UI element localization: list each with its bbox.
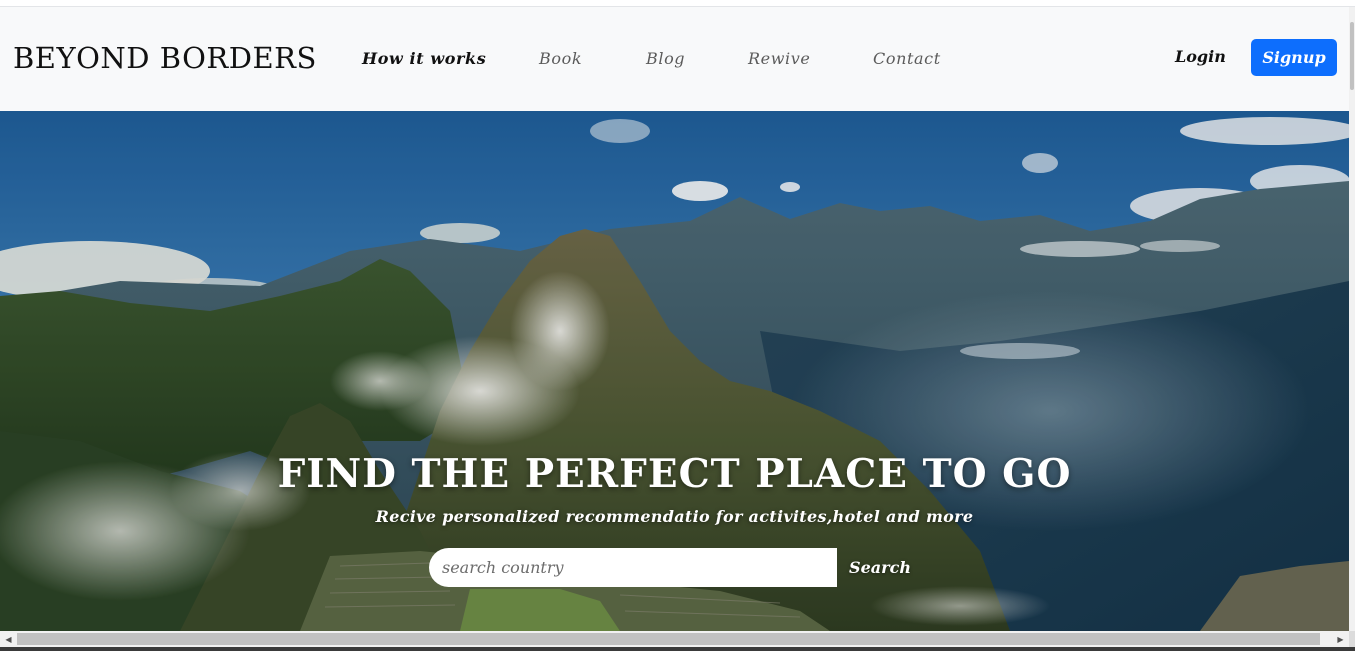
- navbar: BEYOND BORDERS How it works Book Blog Re…: [0, 7, 1349, 111]
- window-bottom-strip: [0, 647, 1355, 651]
- nav-link-rewive[interactable]: Rewive: [748, 49, 810, 68]
- horizontal-scrollbar[interactable]: ◀ ▶: [0, 631, 1349, 647]
- vertical-scrollbar[interactable]: [1349, 7, 1355, 633]
- horizontal-scrollbar-thumb[interactable]: [17, 633, 1320, 645]
- search-button[interactable]: Search: [837, 548, 923, 587]
- hero-subtitle: Recive personalized recommendatio for ac…: [375, 507, 974, 526]
- brand-logo[interactable]: BEYOND BORDERS: [13, 41, 317, 75]
- scroll-right-arrow-icon[interactable]: ▶: [1332, 631, 1349, 647]
- nav-link-book[interactable]: Book: [539, 49, 582, 68]
- login-link[interactable]: Login: [1175, 47, 1226, 66]
- scroll-left-arrow-icon[interactable]: ◀: [0, 631, 17, 647]
- nav-link-how-it-works[interactable]: How it works: [362, 49, 486, 68]
- signup-button[interactable]: Signup: [1251, 39, 1337, 76]
- hero-section: FIND THE PERFECT PLACE TO GO Recive pers…: [0, 111, 1349, 631]
- hero-title: FIND THE PERFECT PLACE TO GO: [277, 451, 1072, 497]
- window-top-strip: [0, 0, 1355, 7]
- vertical-scrollbar-thumb[interactable]: [1350, 22, 1354, 90]
- nav-link-blog[interactable]: Blog: [646, 49, 685, 68]
- nav-link-contact[interactable]: Contact: [873, 49, 941, 68]
- scrollbar-corner: [1349, 631, 1355, 647]
- search-country-input[interactable]: [429, 548, 837, 587]
